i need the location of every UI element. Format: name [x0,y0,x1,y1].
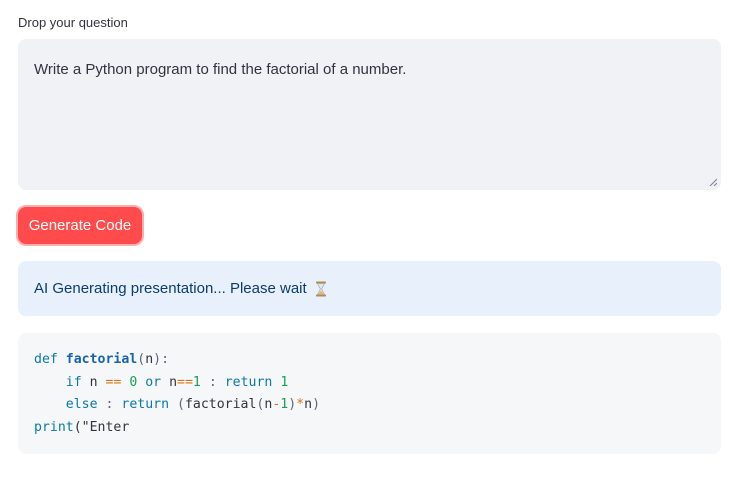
code-line-2: if n == 0 or n==1 : return 1 [65,374,289,390]
code-line-4: print("Enter [34,419,130,435]
status-info-box: AI Generating presentation... Please wai… [18,261,721,316]
question-textarea[interactable]: Write a Python program to find the facto… [18,39,721,190]
question-label: Drop your question [18,15,128,30]
code-block: def factorial(n): if n == 0 or n==1 : re… [18,333,721,454]
hourglass-icon [315,281,327,297]
question-textarea-container[interactable]: Write a Python program to find the facto… [18,39,721,190]
code-line-1: def factorial(n): [34,352,170,367]
code-line-3: else : return (factorial(n-1)*n) [65,397,321,413]
resize-handle-icon[interactable] [709,178,717,186]
generate-code-button[interactable]: Generate Code [18,207,142,244]
app-page: Drop your question Write a Python progra… [0,0,737,482]
status-message: AI Generating presentation... Please wai… [34,280,307,297]
